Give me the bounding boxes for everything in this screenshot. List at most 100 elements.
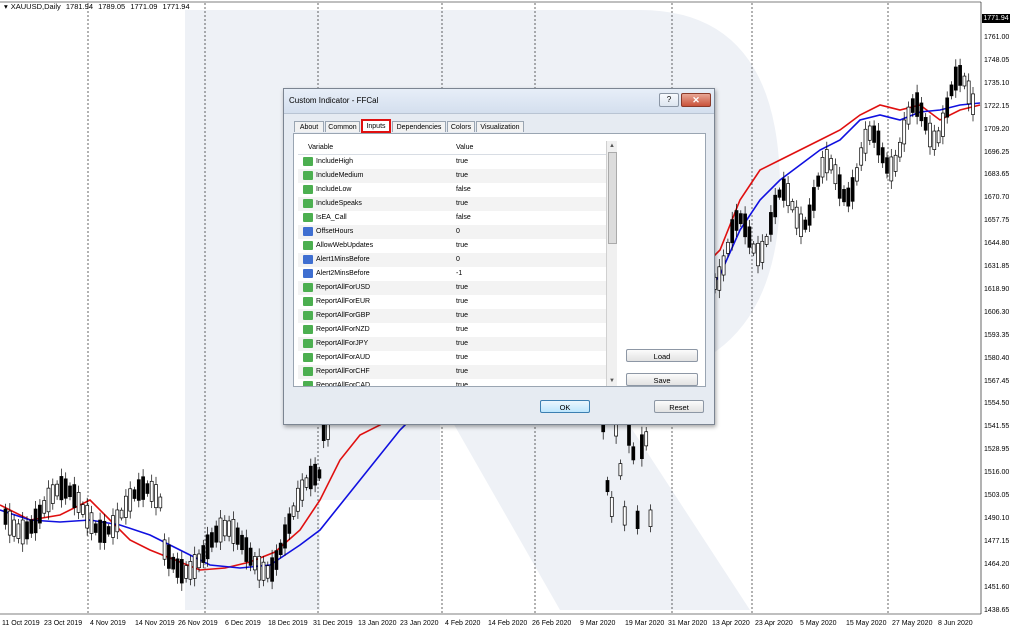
variable-value[interactable]: true xyxy=(456,340,468,347)
variable-name: IncludeHigh xyxy=(316,158,353,165)
candle xyxy=(799,206,803,245)
x-axis-label: 4 Nov 2019 xyxy=(90,620,126,627)
variable-value[interactable]: false xyxy=(456,214,471,221)
candle xyxy=(932,124,937,156)
candle xyxy=(124,489,128,525)
candle xyxy=(855,163,859,186)
candle xyxy=(906,101,911,130)
input-row[interactable]: IncludeSpeaks true xyxy=(298,197,606,211)
scroll-thumb[interactable] xyxy=(608,152,617,244)
int-icon xyxy=(303,227,313,236)
tab-dependencies[interactable]: Dependencies xyxy=(392,121,446,132)
y-axis-label: 1567.45 xyxy=(984,377,1010,385)
input-row[interactable]: Alert1MinsBefore 0 xyxy=(298,253,606,267)
dialog-titlebar[interactable]: Custom Indicator - FFCal ? ✕ xyxy=(284,89,714,114)
candle xyxy=(106,523,111,537)
tab-about[interactable]: About xyxy=(294,121,324,132)
candle xyxy=(889,148,894,189)
grid-scrollbar[interactable]: ▲ ▼ xyxy=(606,141,617,386)
input-row[interactable]: IncludeMedium true xyxy=(298,169,606,183)
grid-header: Variable Value xyxy=(298,141,606,155)
input-row[interactable]: ReportAllForCHF true xyxy=(298,365,606,379)
variable-value[interactable]: true xyxy=(456,172,468,179)
y-axis-label: 1503.05 xyxy=(984,492,1010,499)
input-row[interactable]: ReportAllForNZD true xyxy=(298,323,606,337)
x-axis-label: 6 Dec 2019 xyxy=(225,620,261,627)
y-axis-label: 1670.70 xyxy=(984,194,1010,202)
inputs-grid: Variable Value IncludeHigh true IncludeMed… xyxy=(298,141,621,386)
candle xyxy=(154,476,158,516)
variable-name: AllowWebUpdates xyxy=(316,242,374,249)
variable-value[interactable]: 0 xyxy=(456,228,460,235)
x-axis-label: 14 Nov 2019 xyxy=(135,620,175,627)
candle xyxy=(936,126,941,147)
candle xyxy=(149,474,154,509)
variable-value[interactable]: true xyxy=(456,326,468,333)
save-button[interactable]: Save xyxy=(626,373,698,386)
variable-value[interactable]: true xyxy=(456,298,468,305)
input-row[interactable]: IncludeHigh true xyxy=(298,155,606,169)
input-row[interactable]: Alert2MinsBefore -1 xyxy=(298,267,606,281)
variable-name: ReportAllForEUR xyxy=(316,298,371,305)
input-row[interactable]: OffsetHours 0 xyxy=(298,225,606,239)
input-row[interactable]: ReportAllForCAD true xyxy=(298,379,606,386)
variable-value[interactable]: true xyxy=(456,368,468,375)
variable-value[interactable]: false xyxy=(456,186,471,193)
candle xyxy=(98,512,102,550)
candle xyxy=(820,150,825,184)
candle xyxy=(136,472,141,508)
ohlc-high: 1789.05 xyxy=(98,2,126,11)
variable-value[interactable]: -1 xyxy=(456,270,462,277)
tab-inputs[interactable]: Inputs xyxy=(361,119,391,133)
variable-value[interactable]: true xyxy=(456,312,468,319)
help-button[interactable]: ? xyxy=(659,93,679,107)
x-axis-label: 5 May 2020 xyxy=(800,620,837,627)
load-button[interactable]: Load xyxy=(626,349,698,362)
variable-name: ReportAllForCAD xyxy=(316,382,371,386)
variable-value[interactable]: true xyxy=(456,200,468,207)
tab-visualization[interactable]: Visualization xyxy=(476,121,524,132)
bool-icon xyxy=(303,297,313,306)
scroll-up-icon[interactable]: ▲ xyxy=(607,141,617,151)
candle xyxy=(923,113,928,135)
y-axis-label: 1606.30 xyxy=(984,308,1010,316)
candle xyxy=(842,185,846,206)
candle xyxy=(816,172,821,190)
candle xyxy=(915,84,919,125)
input-row[interactable]: ReportAllForEUR true xyxy=(298,295,606,309)
bool-icon xyxy=(303,199,313,208)
variable-value[interactable]: 0 xyxy=(456,256,460,263)
variable-value[interactable]: true xyxy=(456,382,468,386)
x-axis-label: 26 Feb 2020 xyxy=(532,620,572,627)
bool-icon xyxy=(303,185,313,194)
candle xyxy=(16,519,21,544)
variable-value[interactable]: true xyxy=(456,158,468,165)
variable-value[interactable]: true xyxy=(456,284,468,291)
y-axis-label: 1644.80 xyxy=(984,240,1010,248)
y-axis-label: 1748.05 xyxy=(984,56,1010,64)
tab-colors[interactable]: Colors xyxy=(447,121,475,132)
ok-button[interactable]: OK xyxy=(540,400,590,413)
tab-common[interactable]: Common xyxy=(325,121,360,132)
input-row[interactable]: ReportAllForGBP true xyxy=(298,309,606,323)
candle xyxy=(128,481,133,519)
candle xyxy=(949,81,954,100)
input-row[interactable]: ReportAllForJPY true xyxy=(298,337,606,351)
input-row[interactable]: IncludeLow false xyxy=(298,183,606,197)
variable-value[interactable]: true xyxy=(456,242,468,249)
input-row[interactable]: IsEA_Call false xyxy=(298,211,606,225)
variable-name: ReportAllForGBP xyxy=(316,312,371,319)
candle xyxy=(898,137,902,162)
scroll-down-icon[interactable]: ▼ xyxy=(607,376,617,386)
reset-button[interactable]: Reset xyxy=(654,400,704,413)
y-axis-label: 1516.00 xyxy=(984,469,1010,477)
input-row[interactable]: ReportAllForAUD true xyxy=(298,351,606,365)
input-row[interactable]: ReportAllForUSD true xyxy=(298,281,606,295)
close-button[interactable]: ✕ xyxy=(681,93,711,107)
candle xyxy=(76,485,81,520)
candle xyxy=(941,105,945,145)
candle xyxy=(833,158,838,190)
variable-value[interactable]: true xyxy=(456,354,468,361)
bool-icon xyxy=(303,311,313,320)
input-row[interactable]: AllowWebUpdates true xyxy=(298,239,606,253)
